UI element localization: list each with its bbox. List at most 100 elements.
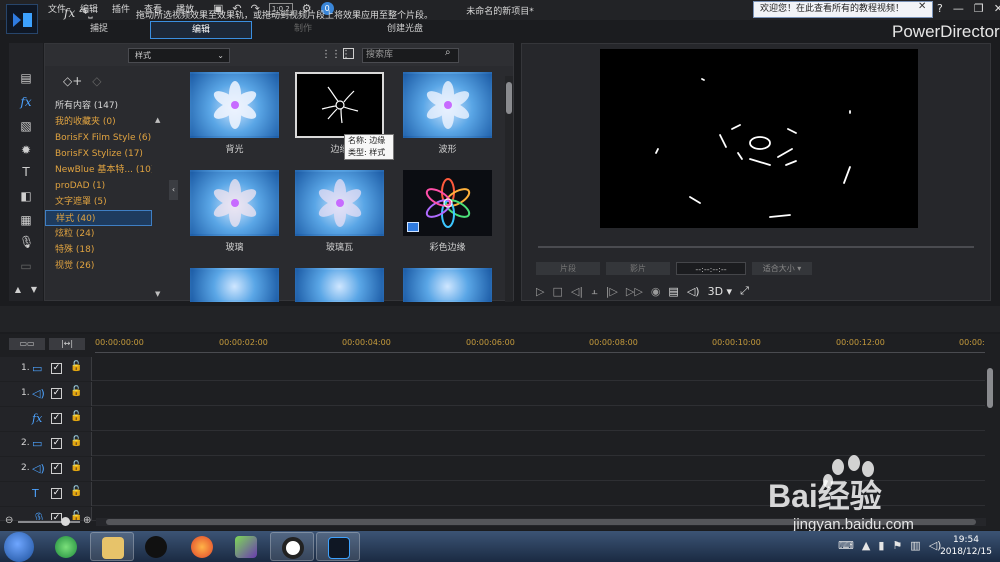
category-item[interactable]: 炫粒 (24) [45, 226, 152, 242]
fast-forward-icon[interactable]: ▷▷ [626, 285, 643, 298]
lock-icon[interactable]: 🔓 [70, 486, 82, 497]
welcome-close-icon[interactable]: ✕ [918, 1, 926, 12]
track-row[interactable]: fx ✓ 🔓 [0, 407, 985, 431]
next-frame-icon[interactable]: |▷ [606, 285, 618, 298]
network-icon[interactable]: ▥ [910, 539, 920, 552]
stop-icon[interactable]: □ [552, 285, 562, 298]
category-item[interactable]: 视觉 (26) [45, 258, 152, 274]
keyboard-icon[interactable]: ⌨ [838, 539, 854, 552]
pip-room-icon[interactable]: ▧ [19, 119, 33, 133]
category-item[interactable]: BorisFX Film Style (6) [45, 130, 152, 146]
clip-mode-button[interactable]: 片段 [536, 262, 600, 275]
show-hidden-icons-icon[interactable]: ▲ [862, 539, 870, 552]
track-enable-checkbox[interactable]: ✓ [51, 413, 62, 424]
snapshot-icon[interactable]: ◉ [651, 285, 661, 298]
scroll-down-icon[interactable]: ▼ [27, 283, 41, 297]
lock-icon[interactable]: 🔓 [70, 411, 82, 422]
timeline-ruler[interactable]: 00:00:00:00 00:00:02:00 00:00:04:00 00:0… [95, 336, 985, 353]
taskbar-app[interactable] [316, 532, 360, 561]
library-scrollbar[interactable] [505, 76, 513, 302]
fx-room-icon[interactable]: fx [19, 95, 33, 109]
tab-create-disc[interactable]: 创建光盘 [354, 21, 456, 39]
remove-tag-icon[interactable]: ◇ [92, 74, 101, 88]
scroll-thumb[interactable] [987, 368, 993, 408]
search-icon[interactable]: ⌕ [445, 47, 451, 58]
transition-room-icon[interactable]: ◧ [19, 189, 33, 203]
3d-mode-button[interactable]: 3D ▾ [708, 285, 733, 298]
lock-icon[interactable]: 🔓 [70, 361, 82, 372]
taskbar-app[interactable] [180, 532, 224, 561]
effect-item[interactable] [295, 268, 384, 302]
tab-produce[interactable]: 制作 [252, 21, 354, 39]
lock-icon[interactable]: 🔓 [70, 436, 82, 447]
effect-item[interactable] [190, 268, 279, 302]
taskbar-app[interactable] [224, 532, 268, 561]
lock-icon[interactable]: 🔓 [70, 386, 82, 397]
effect-item[interactable]: 波形 [403, 72, 492, 155]
device-icon[interactable]: ▮ [878, 539, 884, 552]
chapter-icon[interactable]: ▭ [19, 259, 33, 273]
category-item[interactable]: 特殊 (18) [45, 242, 152, 258]
zoom-out-icon[interactable]: ⊖ [5, 515, 13, 526]
timeline-zoom-slider[interactable]: ⊖ ⊕ [5, 515, 93, 528]
taskbar-clock[interactable]: 19:54 2018/12/15 [938, 534, 994, 558]
category-item[interactable]: proDAD (1) [45, 178, 152, 194]
subtitle-icon[interactable]: ▤ [668, 285, 678, 298]
effect-item[interactable]: 玻璃瓦 [295, 170, 384, 253]
track-row[interactable]: 1. ▭ ✓ 🔓 [0, 357, 985, 381]
storyboard-view-icon[interactable]: ▭▭ [9, 338, 45, 350]
category-scrollbar[interactable]: ▲ ▼ [155, 84, 163, 302]
volume-icon[interactable]: ◁) [687, 285, 700, 298]
media-room-icon[interactable]: ▤ [19, 71, 33, 85]
taskbar-app[interactable] [44, 532, 88, 561]
tab-capture[interactable]: 捕捉 [48, 21, 150, 39]
category-item[interactable]: 我的收藏夹 (0) [45, 114, 152, 130]
taskbar-app[interactable] [90, 532, 134, 561]
category-item[interactable]: 文字遮罩 (5) [45, 194, 152, 210]
category-item[interactable]: NewBlue 基本特... (10) [45, 162, 152, 178]
fit-timeline-icon[interactable]: |↔| [49, 338, 85, 350]
timeline-vertical-scrollbar[interactable] [986, 364, 994, 506]
scroll-thumb[interactable] [506, 82, 512, 114]
taskbar-app[interactable] [134, 532, 178, 561]
play-icon[interactable]: ▷ [536, 285, 544, 298]
effect-item[interactable]: 背光 [190, 72, 279, 155]
taskbar-app[interactable] [270, 532, 314, 561]
tab-edit[interactable]: 编辑 [150, 21, 252, 39]
add-tag-icon[interactable]: ◇+ [63, 74, 82, 88]
track-enable-checkbox[interactable]: ✓ [51, 363, 62, 374]
restore-icon[interactable]: ❐ [974, 2, 984, 15]
undock-icon[interactable]: ⤢ [740, 284, 749, 298]
minimize-icon[interactable]: — [953, 2, 964, 15]
collapse-panel-button[interactable]: ‹ [169, 180, 178, 200]
flag-icon[interactable]: ⚑ [892, 539, 902, 552]
effect-item[interactable]: 彩色边缘 [403, 170, 492, 253]
close-icon[interactable]: ✕ [994, 2, 1000, 15]
category-item[interactable]: BorisFX Stylize (17) [45, 146, 152, 162]
movie-mode-button[interactable]: 影片 [606, 262, 670, 275]
timecode-display[interactable]: --:--:--:-- [676, 262, 746, 275]
track-enable-checkbox[interactable]: ✓ [51, 388, 62, 399]
menu-plugins[interactable]: 插件 [112, 2, 130, 15]
zoom-thumb[interactable] [61, 517, 70, 526]
zoom-in-icon[interactable]: ⊕ [83, 515, 91, 526]
title-room-icon[interactable]: T [19, 165, 33, 179]
split-icon[interactable]: ⫠ [591, 284, 598, 298]
track-enable-checkbox[interactable]: ✓ [51, 463, 62, 474]
track-enable-checkbox[interactable]: ✓ [51, 438, 62, 449]
previous-frame-icon[interactable]: ◁| [571, 285, 583, 298]
effect-item[interactable] [403, 268, 492, 302]
expand-view-icon[interactable] [343, 48, 354, 59]
audio-mixing-icon[interactable]: ▦ [19, 213, 33, 227]
voiceover-icon[interactable]: 🎙 [19, 235, 34, 249]
fit-size-dropdown[interactable]: 适合大小 ▾ [752, 262, 812, 275]
effect-item[interactable]: 玻璃 [190, 170, 279, 253]
category-item-selected[interactable]: 样式 (40) [45, 210, 152, 226]
lock-icon[interactable]: 🔓 [70, 461, 82, 472]
scroll-up-icon[interactable]: ▲ [11, 283, 25, 297]
add-to-timeline-icon[interactable]: ↷⎵ [79, 6, 93, 20]
track-row[interactable]: 1. ◁) ✓ 🔓 [0, 382, 985, 406]
help-icon[interactable]: ? [937, 2, 943, 15]
scroll-down-icon[interactable]: ▼ [155, 290, 160, 298]
category-item[interactable]: 所有内容 (147) [45, 98, 152, 114]
